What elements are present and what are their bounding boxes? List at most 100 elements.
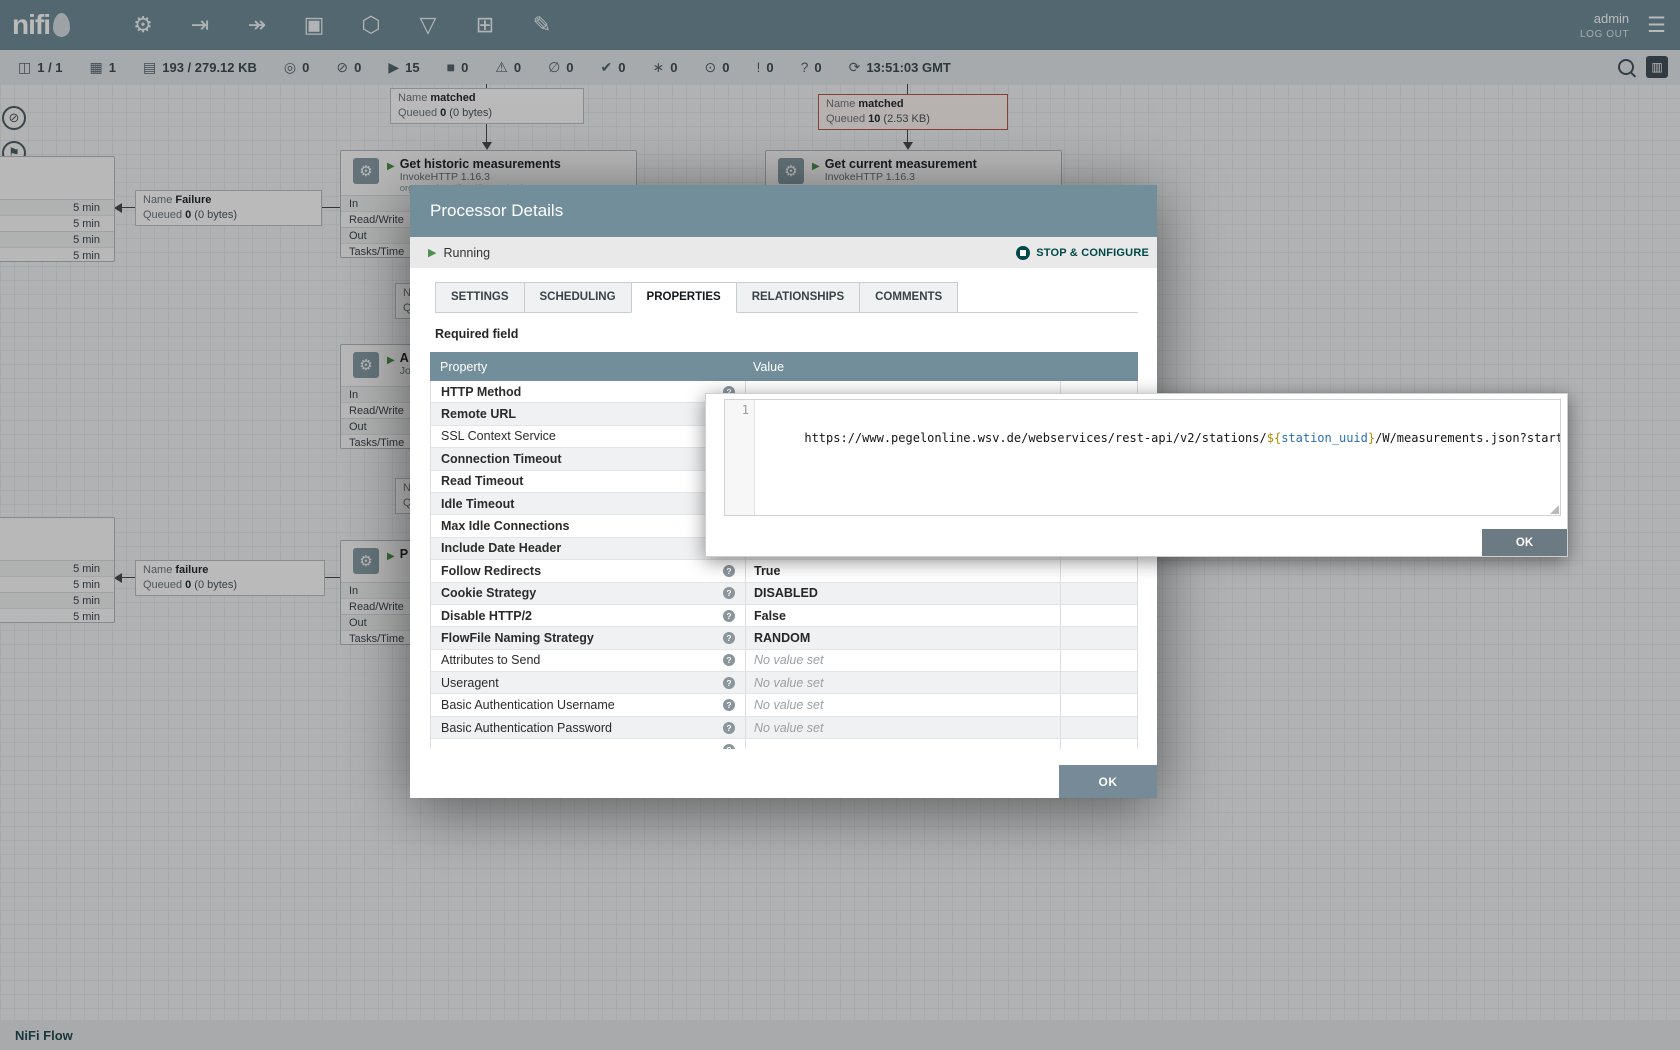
property-row[interactable]: Follow Redirects ? True xyxy=(431,560,1137,582)
property-value[interactable]: No value set xyxy=(754,676,823,690)
dialog-title: Processor Details xyxy=(430,201,563,221)
property-value-cell[interactable]: RANDOM xyxy=(745,627,1060,648)
property-row[interactable]: ? xyxy=(431,739,1137,749)
property-name-cell: Remote URL ? xyxy=(431,403,745,424)
property-value[interactable]: No value set xyxy=(754,698,823,712)
property-name-cell: Basic Authentication Password ? xyxy=(431,717,745,738)
property-name: Cookie Strategy xyxy=(441,586,536,600)
property-actions-cell xyxy=(1060,672,1137,693)
editor-code-line[interactable]: https://www.pegelonline.wsv.de/webservic… xyxy=(755,400,1560,515)
property-row[interactable]: FlowFile Naming Strategy ? RANDOM xyxy=(431,627,1137,649)
property-name: Connection Timeout xyxy=(441,452,562,466)
property-name: Max Idle Connections xyxy=(441,519,570,533)
property-name-cell: SSL Context Service ? xyxy=(431,426,745,447)
properties-table-header: Property Value xyxy=(430,352,1138,381)
property-value[interactable]: RANDOM xyxy=(754,631,810,645)
property-name: Include Date Header xyxy=(441,541,561,555)
property-value[interactable]: No value set xyxy=(754,721,823,735)
line-number: 1 xyxy=(742,403,749,417)
value-editor[interactable]: 1 https://www.pegelonline.wsv.de/webserv… xyxy=(724,399,1561,516)
property-name-cell: ? xyxy=(431,739,745,749)
dialog-status-row: ▶ Running STOP & CONFIGURE xyxy=(410,237,1157,268)
property-name-cell: Disable HTTP/2 ? xyxy=(431,605,745,626)
property-name-cell: Read Timeout ? xyxy=(431,471,745,492)
property-value-cell[interactable]: No value set xyxy=(745,672,1060,693)
property-value-cell[interactable]: No value set xyxy=(745,694,1060,715)
code-segment: ${ xyxy=(1267,431,1281,445)
property-name-cell: Useragent ? xyxy=(431,672,745,693)
property-name-cell: Connection Timeout ? xyxy=(431,448,745,469)
property-name-cell: Follow Redirects ? xyxy=(431,560,745,581)
property-name: FlowFile Naming Strategy xyxy=(441,631,594,645)
property-actions-cell xyxy=(1060,605,1137,626)
property-actions-cell xyxy=(1060,583,1137,604)
required-field-note: Required field xyxy=(435,327,1157,341)
property-name-cell: Cookie Strategy ? xyxy=(431,583,745,604)
property-name: Remote URL xyxy=(441,407,516,421)
help-icon[interactable]: ? xyxy=(723,744,735,749)
help-icon[interactable]: ? xyxy=(723,722,735,734)
dialog-tab[interactable]: SETTINGS xyxy=(435,282,525,312)
help-icon[interactable]: ? xyxy=(723,654,735,666)
stop-and-configure-button[interactable]: STOP & CONFIGURE xyxy=(1016,246,1149,260)
property-name: HTTP Method xyxy=(441,385,521,399)
help-icon[interactable]: ? xyxy=(723,632,735,644)
nifi-application: nifi ⚙ ⇥ ↠ ▣ ⬡ ▽ ⊞ ✎ admin LOG OUT ☰ ◫ 1… xyxy=(0,0,1680,1050)
property-row[interactable]: Basic Authentication Username ? No value… xyxy=(431,694,1137,716)
property-row[interactable]: Basic Authentication Password ? No value… xyxy=(431,717,1137,739)
property-name: Useragent xyxy=(441,676,499,690)
property-value-cell[interactable]: True xyxy=(745,560,1060,581)
editor-gutter: 1 xyxy=(725,400,755,515)
help-icon[interactable]: ? xyxy=(723,565,735,577)
code-segment: https://www.pegelonline.wsv.de/webservic… xyxy=(804,431,1266,445)
help-icon[interactable]: ? xyxy=(723,587,735,599)
dialog-tab[interactable]: RELATIONSHIPS xyxy=(736,282,860,312)
property-row[interactable]: Useragent ? No value set xyxy=(431,672,1137,694)
property-name: SSL Context Service xyxy=(441,429,556,443)
dialog-tabs: SETTINGSSCHEDULINGPROPERTIESRELATIONSHIP… xyxy=(435,282,1138,313)
dialog-tab[interactable]: COMMENTS xyxy=(859,282,958,312)
help-icon[interactable]: ? xyxy=(723,610,735,622)
property-name: Idle Timeout xyxy=(441,497,514,511)
property-value-cell[interactable]: No value set xyxy=(745,717,1060,738)
property-value[interactable]: False xyxy=(754,609,786,623)
property-name: Follow Redirects xyxy=(441,564,541,578)
value-editor-popup: 1 https://www.pegelonline.wsv.de/webserv… xyxy=(705,393,1568,557)
property-name-cell: HTTP Method ? xyxy=(431,381,745,402)
running-status-label: Running xyxy=(443,246,490,260)
dialog-header: Processor Details xyxy=(410,185,1157,237)
property-value-cell[interactable]: No value set xyxy=(745,650,1060,671)
help-icon[interactable]: ? xyxy=(723,677,735,689)
property-name-cell: Max Idle Connections ? xyxy=(431,515,745,536)
property-actions-cell xyxy=(1060,717,1137,738)
running-status-icon: ▶ xyxy=(428,246,436,259)
property-value-cell[interactable] xyxy=(745,739,1060,749)
property-column-header: Property xyxy=(430,360,745,374)
property-name: Attributes to Send xyxy=(441,653,540,667)
dialog-tab[interactable]: SCHEDULING xyxy=(524,282,632,312)
property-value-cell[interactable]: False xyxy=(745,605,1060,626)
property-row[interactable]: Attributes to Send ? No value set xyxy=(431,650,1137,672)
property-value[interactable]: DISABLED xyxy=(754,586,818,600)
property-name: Basic Authentication Username xyxy=(441,698,615,712)
property-actions-cell xyxy=(1060,650,1137,671)
property-name: Read Timeout xyxy=(441,474,523,488)
resize-handle-icon[interactable] xyxy=(1550,505,1559,514)
property-actions-cell xyxy=(1060,739,1137,749)
property-value[interactable]: True xyxy=(754,564,780,578)
property-value[interactable]: No value set xyxy=(754,653,823,667)
property-name-cell: Include Date Header ? xyxy=(431,538,745,559)
dialog-ok-button[interactable]: OK xyxy=(1059,765,1157,798)
code-segment: /W/measurements.json?start=P30D xyxy=(1375,431,1560,445)
property-row[interactable]: Cookie Strategy ? DISABLED xyxy=(431,583,1137,605)
property-actions-cell xyxy=(1060,694,1137,715)
editor-ok-button[interactable]: OK xyxy=(1482,529,1567,556)
help-icon[interactable]: ? xyxy=(723,699,735,711)
property-row[interactable]: Disable HTTP/2 ? False xyxy=(431,605,1137,627)
property-name-cell: Basic Authentication Username ? xyxy=(431,694,745,715)
property-value-cell[interactable]: DISABLED xyxy=(745,583,1060,604)
property-actions-cell xyxy=(1060,560,1137,581)
property-name-cell: Attributes to Send ? xyxy=(431,650,745,671)
dialog-tab[interactable]: PROPERTIES xyxy=(631,282,737,313)
property-name: Basic Authentication Password xyxy=(441,721,612,735)
